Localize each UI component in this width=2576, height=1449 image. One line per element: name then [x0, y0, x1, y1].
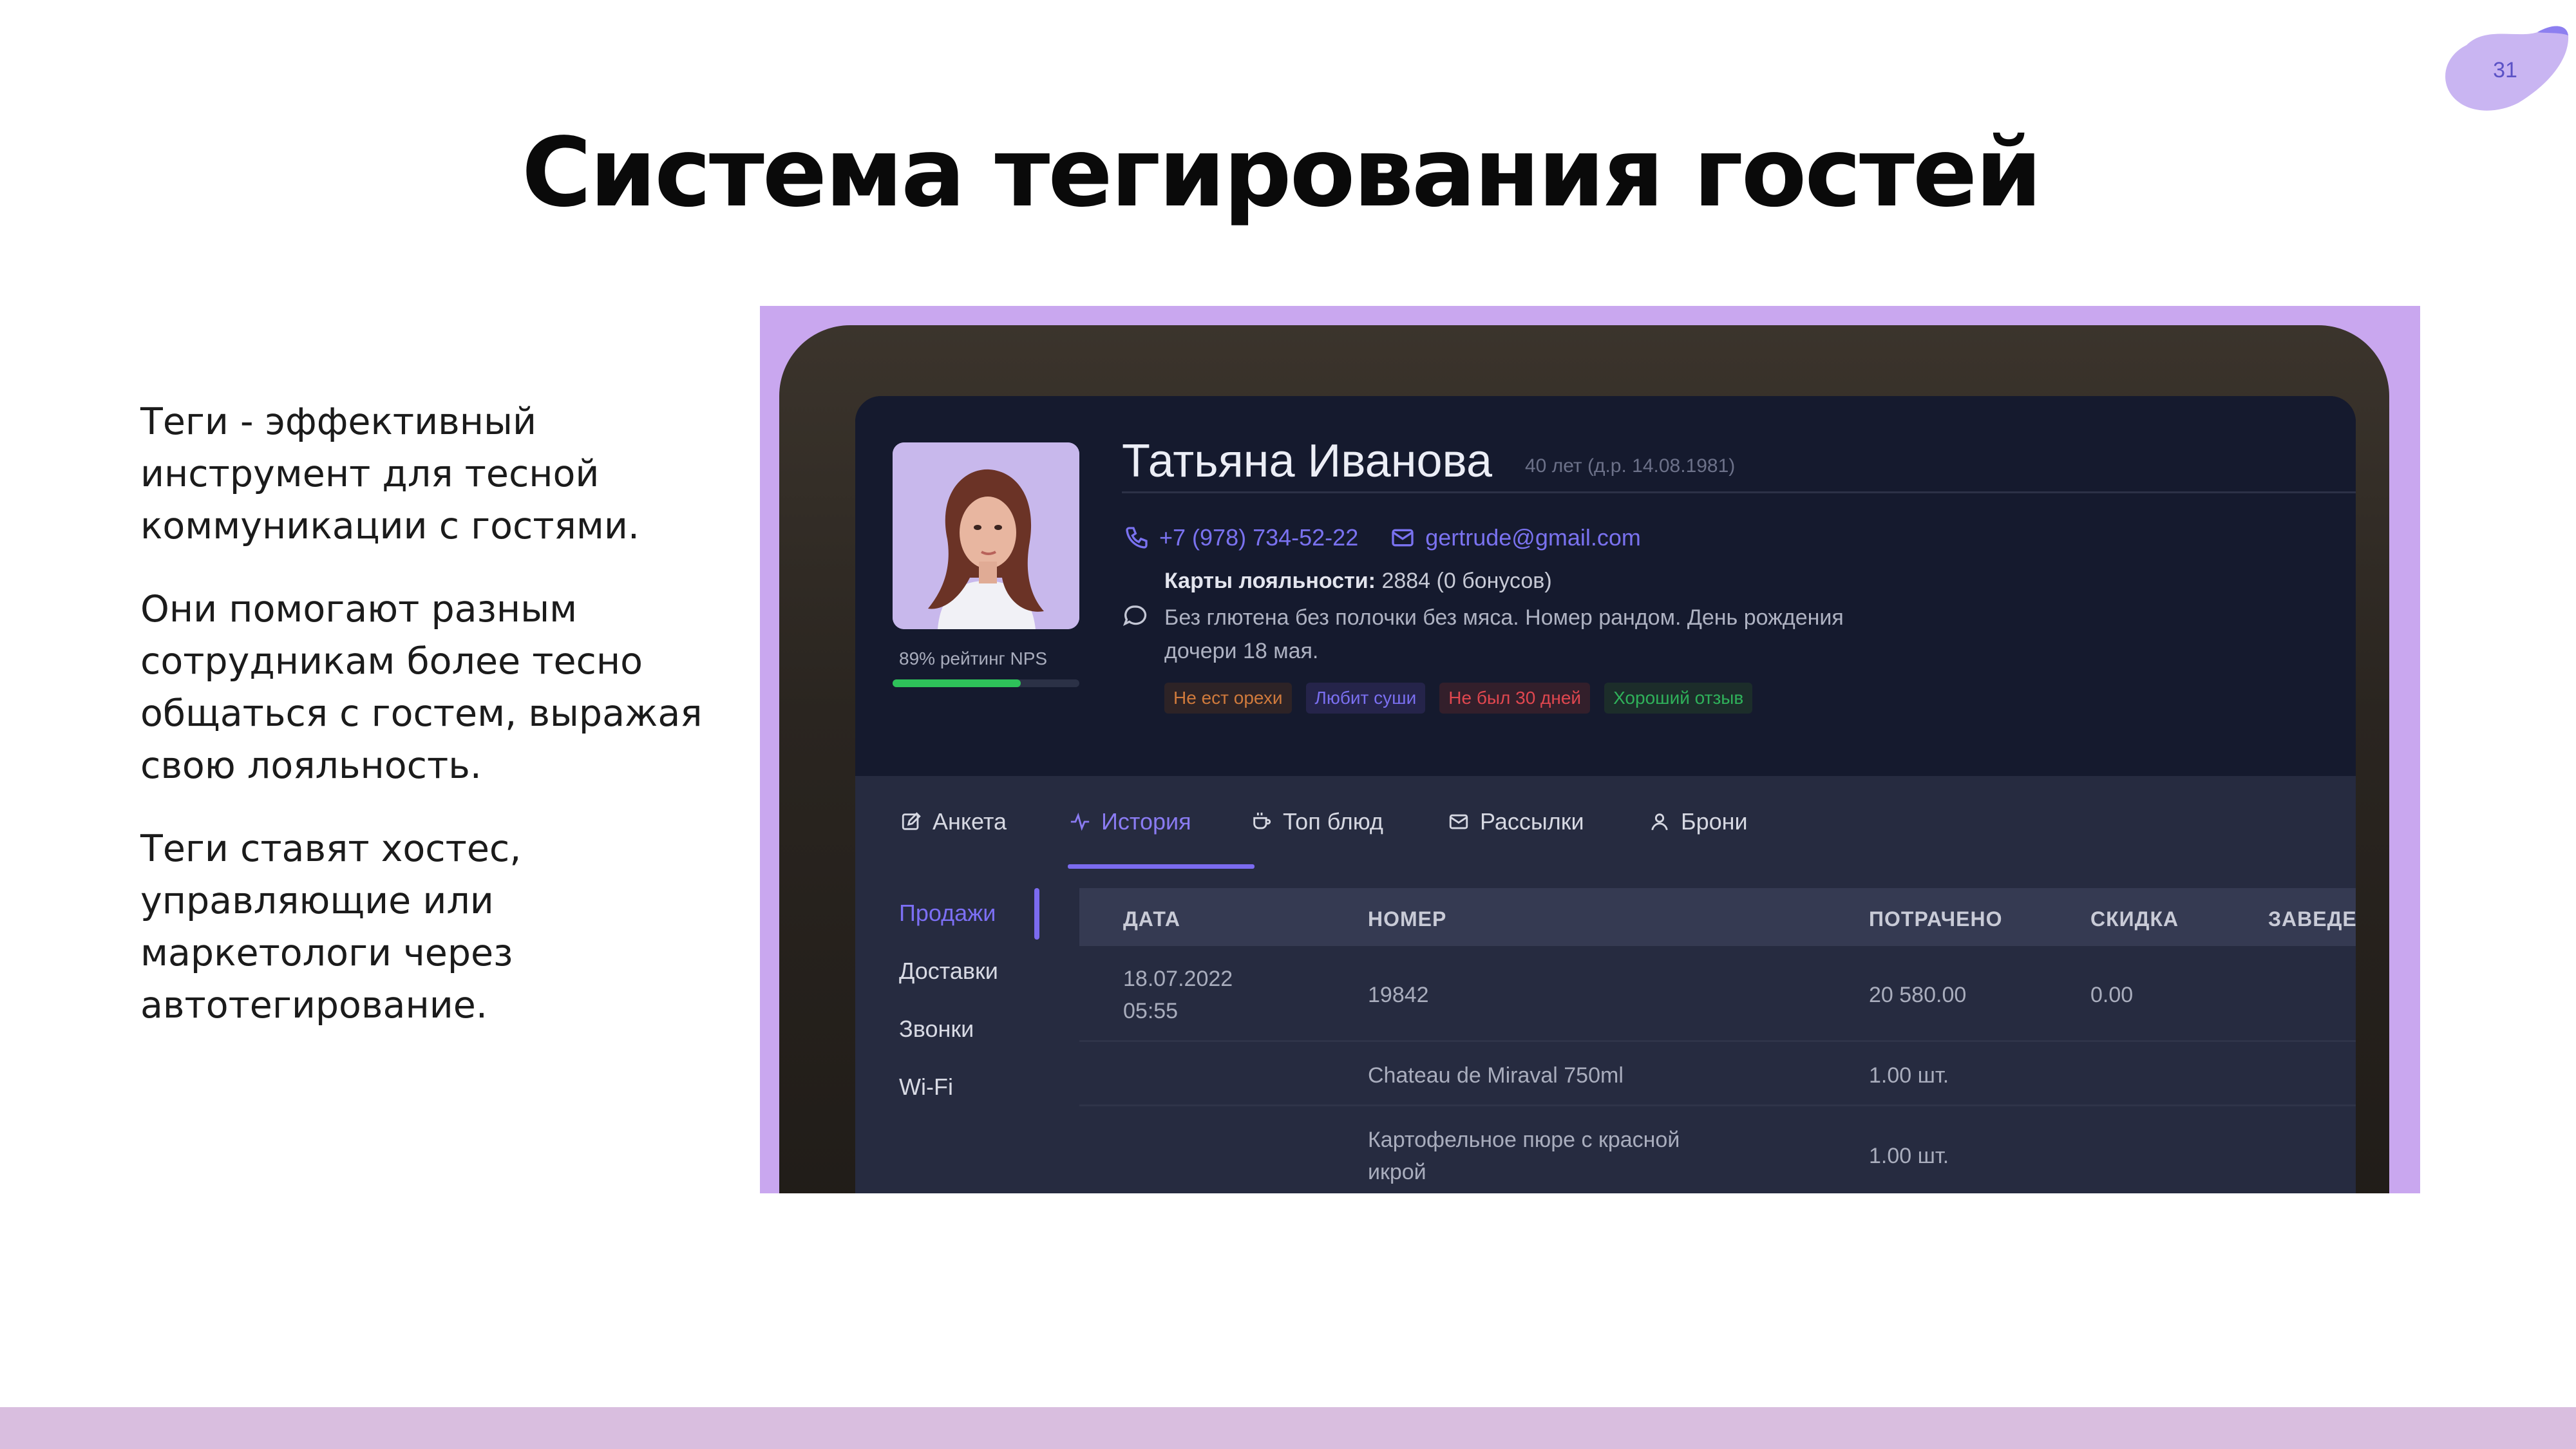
tab-label: Топ блюд	[1283, 808, 1383, 835]
column-discount[interactable]: СКИДКА	[2090, 907, 2179, 931]
tab-anketa[interactable]: Анкета	[899, 808, 1007, 835]
guest-avatar	[893, 442, 1079, 629]
contact-row: +7 (978) 734-52-22 gertrude@gmail.com	[1122, 522, 1641, 554]
cell-time: 05:55	[1123, 999, 1179, 1023]
nps-rating-label: 89% рейтинг NPS	[899, 649, 1048, 668]
page-number: 31	[2493, 58, 2517, 82]
crm-screenshot: 89% рейтинг NPS Татьяна Иванова 40 лет (…	[760, 306, 2420, 1193]
guest-profile-header: 89% рейтинг NPS Татьяна Иванова 40 лет (…	[855, 396, 2356, 776]
cell-spent: 20 580.00	[1869, 983, 1967, 1007]
table-header: ДАТА НОМЕР ПОТРАЧЕНО СКИДКА ЗАВЕДЕ	[1079, 888, 2356, 946]
slide-title: Система тегирования гостей	[522, 117, 2042, 228]
tag-good-review[interactable]: Хороший отзыв	[1604, 683, 1753, 714]
tab-history[interactable]: История	[1068, 808, 1191, 835]
guest-phone-link[interactable]: +7 (978) 734-52-22	[1159, 524, 1358, 551]
guest-age: 40 лет (д.р. 14.08.1981)	[1525, 455, 1736, 477]
sidebar-item-calls[interactable]: Звонки	[899, 1016, 974, 1043]
cell-item-line2: икрой	[1368, 1160, 1426, 1184]
mail-icon	[1388, 523, 1417, 553]
paragraph-2: Они помогают разным сотрудникам более те…	[140, 588, 703, 787]
crm-screen: 89% рейтинг NPS Татьяна Иванова 40 лет (…	[855, 396, 2356, 1193]
cell-qty: 1.00 шт.	[1869, 1063, 1949, 1088]
guest-tags: Не ест орехи Любит суши Не был 30 дней Х…	[1164, 683, 1753, 714]
guest-email-link[interactable]: gertrude@gmail.com	[1425, 524, 1641, 551]
column-spent[interactable]: ПОТРАЧЕНО	[1869, 907, 2002, 931]
cell-qty: 1.00 шт.	[1869, 1144, 1949, 1168]
sidebar-item-sales[interactable]: Продажи	[899, 900, 996, 927]
loyalty-label: Карты лояльности:	[1164, 569, 1376, 593]
loyalty-value: 2884 (0 бонусов)	[1381, 569, 1552, 593]
comment-icon	[1122, 605, 1147, 627]
tag-no-nuts[interactable]: Не ест орехи	[1164, 683, 1292, 714]
column-venue[interactable]: ЗАВЕДЕ	[2268, 907, 2356, 931]
cell-item: Chateau de Miraval 750ml	[1368, 1063, 1624, 1088]
cell-item-line1: Картофельное пюре с красной	[1368, 1128, 1680, 1152]
edit-icon	[899, 810, 923, 834]
nps-progress-bar	[893, 679, 1079, 687]
tag-absent-30-days[interactable]: Не был 30 дней	[1439, 683, 1591, 714]
nps-progress-fill	[893, 679, 1021, 687]
paragraph-3: Теги ставят хостес, управляющие или марк…	[140, 828, 522, 1027]
history-content: Продажи Доставки Звонки Wi-Fi ДАТА НОМЕР…	[855, 873, 2356, 1193]
active-tab-indicator	[1068, 864, 1255, 869]
tab-label: Рассылки	[1480, 808, 1584, 835]
slide-body-text: Теги - эффективный инструмент для тесной…	[140, 396, 707, 1063]
row-divider	[1079, 1040, 2356, 1042]
bottom-accent-bar	[0, 1407, 2576, 1449]
profile-tabs: Анкета История Топ блюд Рассылки Брони	[855, 776, 2356, 873]
sidebar-active-marker	[1034, 888, 1039, 940]
sidebar-item-deliveries[interactable]: Доставки	[899, 958, 998, 985]
tag-likes-sushi[interactable]: Любит суши	[1305, 683, 1426, 714]
phone-icon	[1122, 523, 1151, 553]
tab-label: История	[1101, 808, 1191, 835]
tab-label: Брони	[1681, 808, 1748, 835]
guest-name: Татьяна Иванова	[1122, 435, 1493, 487]
tab-top-dishes[interactable]: Топ блюд	[1249, 808, 1383, 835]
row-divider	[1079, 1104, 2356, 1106]
user-icon	[1647, 810, 1672, 834]
column-number[interactable]: НОМЕР	[1368, 907, 1446, 931]
tab-label: Анкета	[933, 808, 1007, 835]
loyalty-cards: Карты лояльности: 2884 (0 бонусов)	[1164, 569, 1552, 594]
cup-icon	[1249, 810, 1274, 834]
sidebar-item-wifi[interactable]: Wi-Fi	[899, 1074, 953, 1101]
paragraph-1: Теги - эффективный инструмент для тесной…	[140, 401, 639, 547]
guest-comment: Без глютена без полочки без мяса. Номер …	[1164, 605, 1844, 663]
cell-number[interactable]: 19842	[1368, 979, 1429, 1011]
cell-discount: 0.00	[2090, 983, 2134, 1007]
tab-bookings[interactable]: Брони	[1647, 808, 1748, 835]
tab-mailings[interactable]: Рассылки	[1446, 808, 1584, 835]
column-date[interactable]: ДАТА	[1123, 907, 1180, 931]
cell-date: 18.07.2022	[1123, 967, 1233, 991]
mail-icon	[1446, 810, 1471, 834]
divider	[1122, 491, 2356, 493]
activity-icon	[1068, 810, 1092, 834]
tablet-frame: 89% рейтинг NPS Татьяна Иванова 40 лет (…	[779, 325, 2389, 1193]
